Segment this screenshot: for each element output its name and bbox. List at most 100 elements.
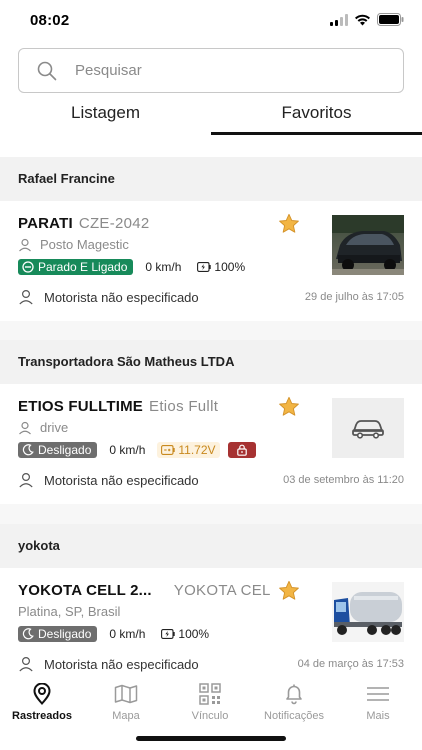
status-text: Parado E Ligado: [38, 260, 128, 274]
nav-mais[interactable]: Mais: [336, 682, 420, 722]
moon-icon: [22, 444, 34, 456]
battery-indicator: 100%: [157, 626, 213, 642]
battery-warning-icon: [161, 445, 176, 455]
search-input[interactable]: [75, 49, 385, 92]
vehicle-name: YOKOTA CELL 2...: [18, 582, 152, 599]
lock-badge: [227, 442, 256, 458]
card-separator: [0, 321, 422, 341]
vehicle-plate: CZE-2042: [78, 215, 150, 232]
driver-row: Motorista não especificado: [18, 289, 199, 305]
favorite-star-icon[interactable]: [278, 213, 300, 234]
wifi-icon: [355, 14, 370, 25]
status-badge: Desligado: [18, 626, 98, 642]
status-text: Desligado: [38, 443, 92, 457]
minus-circle-icon: [22, 261, 34, 273]
vehicle-card[interactable]: YOKOTA CELL 2... YOKOTA CEL Platina, SP, …: [0, 568, 422, 688]
location-text: Platina, SP, Brasil: [18, 604, 121, 619]
vehicle-title: YOKOTA CELL 2... YOKOTA CEL: [18, 582, 271, 599]
person-icon: [19, 656, 33, 672]
battery-value: 100%: [214, 260, 246, 274]
driver-name: Motorista não especificado: [44, 656, 199, 672]
battery-status-icon: [377, 13, 404, 26]
card-separator: [0, 504, 422, 524]
menu-icon: [367, 687, 389, 701]
person-pin-icon: [19, 421, 31, 434]
last-update-date: 03 de setembro às 11:20: [283, 474, 404, 486]
driver-name: Motorista não especificado: [44, 289, 199, 305]
battery-charging-icon: [161, 629, 176, 639]
vehicle-title: PARATI CZE-2042: [18, 215, 150, 232]
favorite-star-icon[interactable]: [278, 396, 300, 417]
status-icons: [330, 13, 404, 26]
vehicle-photo-placeholder: [332, 398, 404, 458]
tab-bar: Listagem Favoritos: [0, 96, 422, 138]
battery-indicator: 11.72V: [157, 442, 220, 458]
car-placeholder-icon: [352, 420, 384, 439]
battery-charging-icon: [197, 262, 212, 272]
vehicle-location: drive: [18, 420, 68, 435]
speed-value: 0 km/h: [109, 627, 146, 641]
vehicle-status-row: Desligado 0 km/h 100%: [18, 626, 213, 642]
moon-icon: [22, 628, 34, 640]
status-badge: Desligado: [18, 442, 98, 458]
vehicle-card[interactable]: PARATI CZE-2042 Posto Magestic Parado E L…: [0, 201, 422, 321]
vehicle-name: ETIOS FULLTIME: [18, 398, 144, 415]
battery-indicator: 100%: [193, 259, 249, 275]
last-update-date: 04 de março às 17:53: [297, 658, 404, 670]
driver-row: Motorista não especificado: [18, 472, 199, 488]
speed-value: 0 km/h: [145, 260, 182, 274]
car-photo: [332, 215, 404, 275]
vehicle-photo: [332, 582, 404, 642]
vehicle-plate: Etios Fullt: [149, 398, 219, 415]
speed-value: 0 km/h: [109, 443, 146, 457]
location-text: Posto Magestic: [40, 237, 129, 252]
nav-label: Vínculo: [191, 710, 229, 722]
driver-name: Motorista não especificado: [44, 472, 199, 488]
search-box[interactable]: [18, 48, 404, 93]
status-time: 08:02: [30, 12, 70, 29]
battery-value: 100%: [178, 627, 210, 641]
status-text: Desligado: [38, 627, 92, 641]
lock-icon: [236, 444, 247, 456]
qr-code-icon: [199, 683, 221, 705]
location-text: drive: [40, 420, 69, 435]
group-header: yokota: [0, 524, 422, 568]
bell-icon: [286, 684, 302, 705]
map-icon: [114, 684, 138, 704]
status-badge: Parado E Ligado: [18, 259, 134, 275]
vehicle-location: Platina, SP, Brasil: [18, 604, 120, 619]
signal-icon: [330, 13, 348, 26]
nav-label: Mais: [366, 710, 390, 722]
nav-notificacoes[interactable]: Notificações: [252, 682, 336, 722]
nav-mapa[interactable]: Mapa: [84, 682, 168, 722]
nav-label: Rastreados: [12, 710, 72, 722]
vehicle-plate: YOKOTA CEL: [173, 582, 271, 599]
nav-rastreados[interactable]: Rastreados: [0, 682, 84, 722]
vehicle-title: ETIOS FULLTIME Etios Fullt: [18, 398, 218, 415]
search-icon: [37, 61, 57, 81]
home-indicator: [136, 736, 286, 741]
truck-photo: [332, 582, 404, 642]
vehicle-card[interactable]: ETIOS FULLTIME Etios Fullt drive Desligad…: [0, 384, 422, 504]
nav-label: Notificações: [264, 710, 324, 722]
person-icon: [19, 289, 33, 305]
nav-label: Mapa: [112, 710, 140, 722]
vehicle-status-row: Desligado 0 km/h 11.72V: [18, 442, 256, 458]
active-tab-indicator: [211, 132, 422, 135]
favorite-star-icon[interactable]: [278, 580, 300, 601]
vehicle-status-row: Parado E Ligado 0 km/h 100%: [18, 259, 249, 275]
vehicle-name: PARATI: [18, 215, 73, 232]
last-update-date: 29 de julho às 17:05: [304, 291, 404, 303]
driver-row: Motorista não especificado: [18, 656, 199, 672]
status-bar: 08:02: [0, 0, 422, 40]
person-pin-icon: [19, 238, 31, 251]
group-header: Rafael Francine: [0, 157, 422, 201]
person-icon: [19, 472, 33, 488]
group-header: Transportadora São Matheus LTDA: [0, 340, 422, 384]
nav-vinculo[interactable]: Vínculo: [168, 682, 252, 722]
vehicle-location: Posto Magestic: [18, 237, 129, 252]
location-pin-icon: [33, 683, 51, 705]
vehicle-photo: [332, 215, 404, 275]
battery-value: 11.72V: [178, 443, 216, 457]
tab-listagem[interactable]: Listagem: [0, 96, 211, 138]
